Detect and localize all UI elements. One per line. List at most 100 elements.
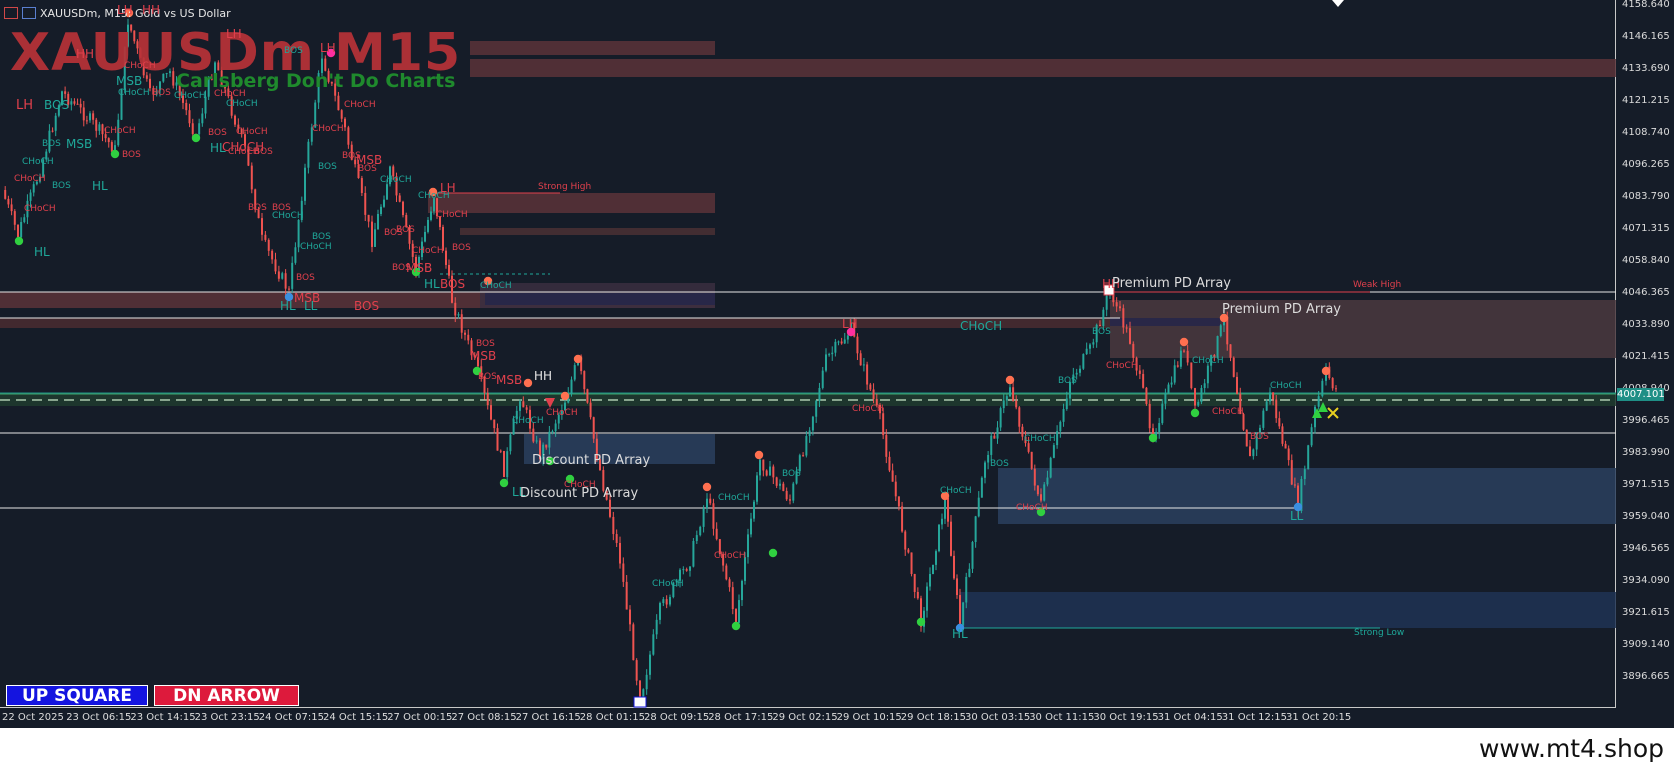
structure-label: CHoCH xyxy=(14,174,46,184)
bull-candle xyxy=(750,518,752,535)
bear-candle xyxy=(615,534,618,543)
bull-candle xyxy=(70,101,73,105)
structure-label: CHoCH xyxy=(480,281,512,291)
bull-candle xyxy=(968,568,971,577)
structure-label: BOS xyxy=(478,372,497,382)
price-axis-label: 4096.265 xyxy=(1622,159,1670,170)
bear-candle xyxy=(1290,460,1293,485)
bear-candle xyxy=(1125,327,1128,329)
bear-candle xyxy=(364,192,367,215)
bull-candle xyxy=(20,222,23,238)
structure-label: CHoCH xyxy=(714,551,746,561)
premium-zone xyxy=(1110,300,1616,358)
bull-candle xyxy=(509,434,512,452)
bull-candle xyxy=(89,113,91,121)
time-axis-label: 30 Oct 19:15 xyxy=(1093,712,1159,723)
cross-mark-icon xyxy=(1327,407,1339,419)
bull-candle xyxy=(862,364,865,366)
structure-label: CHoCH xyxy=(940,486,972,496)
bear-candle xyxy=(785,490,788,500)
bull-candle xyxy=(457,314,460,316)
bear-candle xyxy=(859,353,862,366)
price-axis-label: 4158.640 xyxy=(1622,0,1670,10)
bull-candle xyxy=(23,217,26,223)
price-axis-label: 4083.790 xyxy=(1622,191,1670,202)
bear-candle xyxy=(1030,451,1033,469)
structure-label: CHoCH xyxy=(344,100,376,110)
price-axis-label: 3921.615 xyxy=(1622,607,1670,618)
structure-label: CHoCH xyxy=(718,493,750,503)
structure-label: CHoCH xyxy=(1212,407,1244,417)
bull-candle xyxy=(738,600,740,623)
time-axis-label: 28 Oct 17:15 xyxy=(708,712,774,723)
chart-window-icon[interactable] xyxy=(4,7,18,19)
bull-candle xyxy=(1164,393,1167,404)
structure-label: LH xyxy=(16,98,34,113)
structure-label: LH xyxy=(320,41,336,55)
bear-candle xyxy=(4,190,7,199)
bull-candle xyxy=(818,387,821,401)
bull-candle xyxy=(1197,402,1200,406)
bull-candle xyxy=(1043,484,1046,501)
bull-candle xyxy=(659,603,661,620)
chart-shift-marker-icon[interactable] xyxy=(1332,0,1344,7)
bull-candle xyxy=(1167,384,1170,394)
bear-candle xyxy=(1099,324,1101,327)
bear-candle xyxy=(1018,407,1021,427)
bull-candle xyxy=(1265,401,1268,411)
bear-candle xyxy=(271,250,274,260)
bull-candle xyxy=(1005,396,1008,401)
premium-zone xyxy=(428,193,715,213)
bear-candle xyxy=(1331,378,1334,389)
bear-candle xyxy=(85,120,88,122)
bear-candle xyxy=(731,587,734,610)
structure-label: CHoCH xyxy=(412,246,444,256)
bear-candle xyxy=(897,496,900,507)
bear-candle xyxy=(448,264,450,276)
bull-candle xyxy=(1059,421,1062,432)
bear-candle xyxy=(525,407,528,410)
bear-candle xyxy=(856,336,859,354)
bull-candle xyxy=(987,454,990,463)
bull-candle xyxy=(682,569,685,571)
structure-label: BOS xyxy=(42,139,61,149)
bull-candle xyxy=(386,184,388,200)
symbol-title: XAUUSDm, M15: Gold vs US Dollar xyxy=(40,6,231,20)
price-axis-label: 3909.140 xyxy=(1622,639,1670,650)
bear-candle xyxy=(7,198,10,205)
chart-settings-icon[interactable] xyxy=(22,7,36,19)
structure-label: BOS xyxy=(476,339,495,349)
price-axis-label: 4108.740 xyxy=(1622,127,1670,138)
bear-candle xyxy=(1335,388,1337,390)
swing-point-dot xyxy=(560,391,570,401)
bear-candle xyxy=(725,565,728,580)
bear-candle xyxy=(1142,373,1145,388)
bear-candle xyxy=(665,599,668,605)
bull-candle xyxy=(1062,409,1065,422)
price-axis-label: 3946.565 xyxy=(1622,543,1670,554)
bull-candle xyxy=(1046,477,1049,485)
signal-square-icon xyxy=(633,696,647,708)
structure-label: LH xyxy=(117,3,133,17)
footer-site-url[interactable]: www.mt4.shop xyxy=(1479,734,1664,763)
bull-candle xyxy=(706,498,708,509)
dn-arrow-button[interactable]: DN ARROW xyxy=(154,685,299,706)
bull-candle xyxy=(1092,342,1095,345)
bear-candle xyxy=(1232,357,1235,377)
bear-candle xyxy=(288,288,290,290)
up-square-button[interactable]: UP SQUARE xyxy=(6,685,148,706)
bull-candle xyxy=(1158,423,1161,432)
premium-zone xyxy=(470,59,1616,77)
bull-candle xyxy=(695,535,698,541)
bear-candle xyxy=(64,91,67,94)
mt4-chart-window: XAUUSDm, M15: Gold vs US Dollar XAUUSDm … xyxy=(0,0,1674,770)
bear-candle xyxy=(340,110,343,119)
bull-candle xyxy=(846,335,849,340)
swing-point-dot xyxy=(523,378,533,388)
structure-label: BOS xyxy=(782,469,801,479)
time-axis-label: 30 Oct 11:15 xyxy=(1029,712,1095,723)
premium-pd-array-label-1: Premium PD Array xyxy=(1112,276,1231,291)
bear-candle xyxy=(904,531,907,550)
bear-candle xyxy=(735,609,737,623)
bear-candle xyxy=(1138,370,1141,374)
